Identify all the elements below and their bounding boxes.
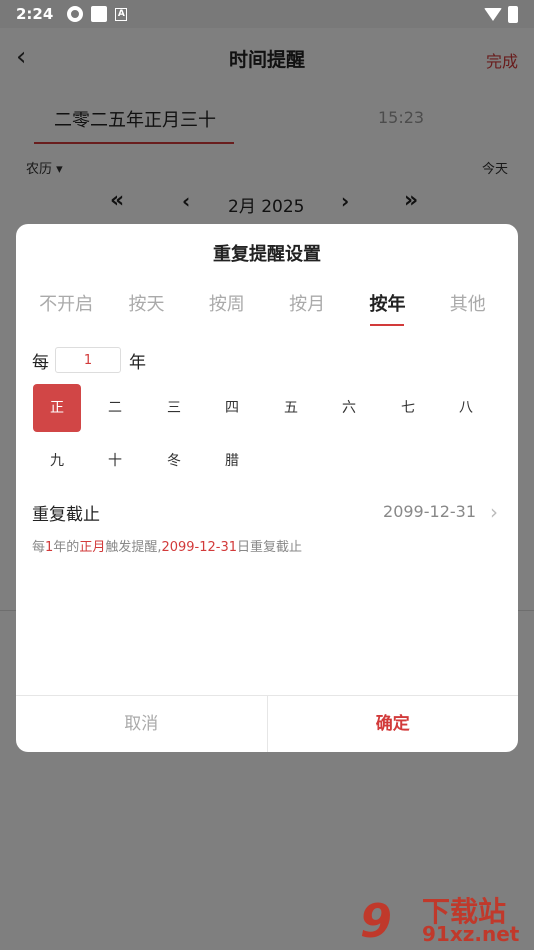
- month-cell[interactable]: 六: [325, 384, 373, 432]
- month-cell[interactable]: 冬: [150, 437, 198, 485]
- summary-text: 日重复截止: [237, 540, 303, 555]
- summary-text: 年的: [53, 540, 80, 555]
- status-time: 2:24: [16, 5, 54, 23]
- watermark-logo-mark: 9: [360, 894, 393, 948]
- tab-daily[interactable]: 按天: [106, 290, 186, 330]
- interval-input[interactable]: [55, 347, 121, 373]
- repeat-mode-tabs: 不开启 按天 按周 按月 按年 其他: [26, 290, 508, 330]
- interval-suffix: 年: [129, 352, 146, 373]
- month-cell-selected[interactable]: 正: [33, 384, 81, 432]
- month-cell[interactable]: 四: [208, 384, 256, 432]
- tab-other[interactable]: 其他: [428, 290, 508, 330]
- summary-text: 触发提醒,: [105, 540, 162, 555]
- notification-square-icon: [91, 6, 108, 22]
- month-cell[interactable]: 五: [267, 384, 315, 432]
- notification-a-icon: A: [115, 7, 128, 21]
- month-cell[interactable]: 二: [91, 384, 139, 432]
- repeat-until-row[interactable]: 重复截止 2099-12-31 ›: [32, 500, 502, 526]
- tab-monthly[interactable]: 按月: [267, 290, 347, 330]
- month-cell[interactable]: 三: [150, 384, 198, 432]
- month-cell[interactable]: 九: [33, 437, 81, 485]
- tab-weekly[interactable]: 按周: [187, 290, 267, 330]
- summary-text: 每: [32, 540, 46, 555]
- status-bar: 2:24 A: [0, 0, 534, 28]
- month-cell[interactable]: 八: [442, 384, 490, 432]
- month-cell[interactable]: 十: [91, 437, 139, 485]
- dialog-footer: 取消 确定: [16, 695, 518, 752]
- month-cell[interactable]: 腊: [208, 437, 256, 485]
- summary-end-date: 2099-12-31: [161, 540, 238, 555]
- battery-icon: [508, 5, 518, 23]
- month-cell[interactable]: 七: [384, 384, 432, 432]
- dialog-title: 重复提醒设置: [213, 244, 321, 265]
- repeat-until-value: 2099-12-31: [383, 502, 476, 521]
- interval-row: 每 年: [32, 346, 146, 374]
- settings-notification-icon: [67, 6, 84, 22]
- watermark-logo: 9 下载站 91xz.net: [360, 888, 530, 948]
- confirm-button[interactable]: 确定: [268, 696, 519, 752]
- repeat-until-label: 重复截止: [32, 505, 100, 525]
- repeat-reminder-dialog: 重复提醒设置 不开启 按天 按周 按月 按年 其他 每 年 正 二 三 四 五 …: [16, 224, 518, 752]
- repeat-summary: 每1年的正月触发提醒,2099-12-31日重复截止: [32, 536, 302, 555]
- tab-off[interactable]: 不开启: [26, 290, 106, 330]
- wifi-icon: [484, 7, 502, 21]
- chevron-right-icon: ›: [490, 500, 498, 524]
- interval-prefix: 每: [32, 352, 49, 373]
- cancel-button[interactable]: 取消: [16, 696, 268, 752]
- tab-yearly[interactable]: 按年: [347, 290, 427, 330]
- summary-month: 正月: [79, 540, 106, 555]
- watermark-url: 91xz.net: [422, 922, 520, 946]
